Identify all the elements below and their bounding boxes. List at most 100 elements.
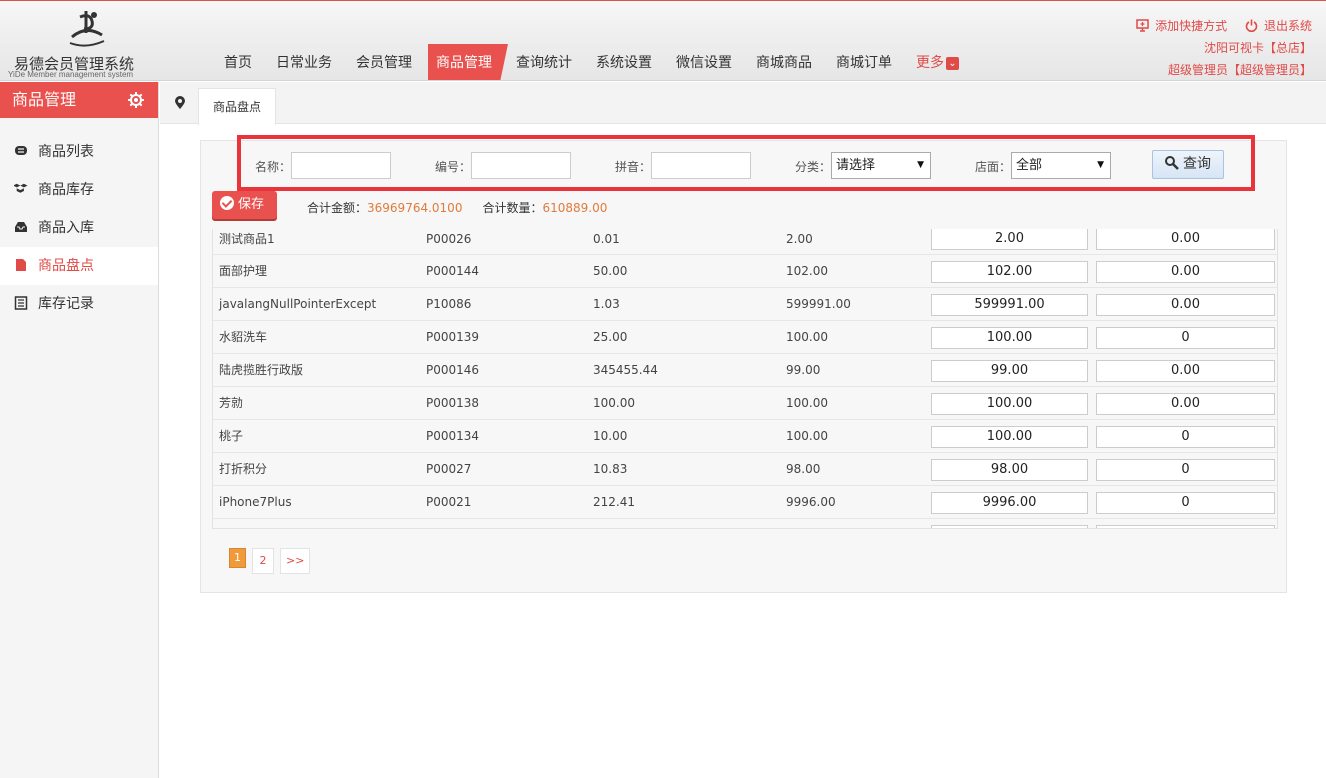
total-amount-value: 36969764.0100 [367, 201, 463, 215]
totals-summary: 合计金额：36969764.0100 合计数量：610889.00 [307, 199, 607, 216]
diff-qty-input[interactable]: 0.00 [1096, 229, 1275, 250]
nav-item-6[interactable]: 微信设置 [668, 44, 740, 80]
nav-item-0[interactable]: 首页 [216, 44, 260, 80]
sidebar-item-1[interactable]: 商品库存 [0, 171, 158, 209]
inventory-table: 测试商品1 P00026 0.01 2.00 2.00 0.00 面部护理 P000144 50… [212, 229, 1278, 529]
nav-label: 商品管理 [436, 55, 492, 71]
next-page-button[interactable]: >> [280, 548, 311, 574]
cell-code: P00021 [426, 495, 472, 509]
actual-qty-input[interactable]: 2.00 [931, 229, 1088, 250]
cell-name: 芳勍 [219, 396, 244, 410]
cell-price: 1.03 [593, 297, 620, 311]
logo-mark-icon [69, 11, 105, 47]
cell-name: 水貂洗车 [219, 330, 268, 344]
nav-label: 商城订单 [836, 55, 892, 71]
actual-qty-input[interactable]: 100.00 [931, 426, 1088, 448]
ledger-icon [14, 296, 28, 310]
actual-qty-input[interactable] [931, 525, 1088, 528]
cell-price: 100.00 [593, 396, 635, 410]
table-row: 桃子 P000134 10.00 100.00 100.00 0 [213, 420, 1277, 453]
cell-name: 桃子 [219, 429, 244, 443]
cell-price: 50.00 [593, 264, 628, 278]
sidebar-title: 商品管理 [12, 90, 77, 109]
cell-stock: 102.00 [786, 264, 828, 278]
user-role[interactable]: 超级管理员【超级管理员】 [1136, 59, 1312, 80]
sidebar-item-label: 库存记录 [38, 296, 94, 312]
nav-item-1[interactable]: 日常业务 [268, 44, 340, 80]
actual-qty-input[interactable]: 9996.00 [931, 492, 1088, 514]
actual-qty-input[interactable]: 599991.00 [931, 294, 1088, 316]
diff-qty-input[interactable]: 0 [1096, 327, 1275, 349]
nav-label: 会员管理 [356, 55, 412, 71]
sidebar-item-2[interactable]: 商品入库 [0, 209, 158, 247]
tab-bar: 商品盘点 [160, 82, 1326, 125]
cell-stock: 99.00 [786, 363, 821, 377]
cell-name: 陆虎揽胜行政版 [219, 363, 304, 377]
nav-label: 商城商品 [756, 55, 812, 71]
diff-qty-input[interactable]: 0 [1096, 492, 1275, 514]
store-name[interactable]: 沈阳可视卡【总店】 [1136, 37, 1312, 59]
diff-qty-input[interactable]: 0.00 [1096, 393, 1275, 415]
nav-item-7[interactable]: 商城商品 [748, 44, 820, 80]
sidebar-item-0[interactable]: 商品列表 [0, 133, 158, 171]
inbox-icon [15, 222, 27, 232]
power-icon [1245, 19, 1258, 32]
logout-label: 退出系统 [1263, 19, 1312, 33]
cell-name: 面部护理 [219, 264, 268, 278]
diff-qty-input[interactable]: 0.00 [1096, 294, 1275, 316]
app-subtitle: YiDe Member management system [8, 70, 134, 79]
diff-qty-input[interactable]: 0 [1096, 426, 1275, 448]
nav-item-2[interactable]: 会员管理 [348, 44, 420, 80]
table-row-partial [213, 519, 1277, 528]
table-row: javalangNullPointerExcept P10086 1.03 59999… [213, 288, 1277, 321]
sidebar-item-label: 商品入库 [38, 220, 94, 236]
nav-item-8[interactable]: 商城订单 [828, 44, 900, 80]
actual-qty-input[interactable]: 100.00 [931, 393, 1088, 415]
cell-name: 测试商品1 [219, 232, 275, 246]
cell-stock: 98.00 [786, 462, 821, 476]
cell-code: P000134 [426, 429, 480, 443]
nav-item-5[interactable]: 系统设置 [588, 44, 660, 80]
gear-icon[interactable] [128, 92, 144, 108]
cell-stock: 100.00 [786, 429, 828, 443]
search-highlight-frame [237, 135, 1255, 191]
cell-price: 212.41 [593, 495, 635, 509]
actual-qty-input[interactable]: 98.00 [931, 459, 1088, 481]
cell-stock: 9996.00 [786, 495, 836, 509]
sidebar-item-3[interactable]: 商品盘点 [0, 247, 158, 285]
nav-label: 系统设置 [596, 55, 652, 71]
add-shortcut-link[interactable]: 添加快捷方式 [1136, 19, 1231, 33]
diff-qty-input[interactable] [1096, 525, 1275, 528]
actual-qty-input[interactable]: 100.00 [931, 327, 1088, 349]
nav-item-3[interactable]: 商品管理 [428, 44, 508, 80]
cell-code: P10086 [426, 297, 472, 311]
nav-item-9[interactable]: 更多 ⌄ [908, 44, 967, 80]
cell-name: iPhone7Plus [219, 495, 292, 509]
cell-stock: 100.00 [786, 396, 828, 410]
cell-name: 打折积分 [219, 462, 268, 476]
total-qty-value: 610889.00 [542, 201, 608, 215]
logout-link[interactable]: 退出系统 [1245, 19, 1312, 33]
sidebar-item-4[interactable]: 库存记录 [0, 285, 158, 323]
save-button[interactable]: 保存 [212, 191, 277, 219]
cell-price: 0.01 [593, 232, 620, 246]
sidebar-menu: 商品列表 商品库存商品入库商品盘点库存记录 [0, 133, 158, 323]
nav-label: 首页 [224, 55, 252, 71]
main-nav: 首页 日常业务 会员管理 商品管理 查询统计 系统设置 微信设置 商城商品 商城订单 更多 ⌄ [216, 44, 975, 80]
diff-qty-input[interactable]: 0 [1096, 459, 1275, 481]
actual-qty-input[interactable]: 102.00 [931, 261, 1088, 283]
page-button-1[interactable]: 1 [229, 548, 246, 568]
cell-code: P000138 [426, 396, 480, 410]
actual-qty-input[interactable]: 99.00 [931, 360, 1088, 382]
sidebar-header: 商品管理 [0, 82, 158, 118]
nav-item-4[interactable]: 查询统计 [508, 44, 580, 80]
table-row: 面部护理 P000144 50.00 102.00 102.00 0.00 [213, 255, 1277, 288]
cell-code: P000146 [426, 363, 480, 377]
location-pin-icon [175, 96, 185, 109]
diff-qty-input[interactable]: 0.00 [1096, 360, 1275, 382]
tab-inventory-check[interactable]: 商品盘点 [198, 88, 277, 125]
cell-code: P000144 [426, 264, 480, 278]
page-button-2[interactable]: 2 [252, 548, 274, 574]
chevron-down-icon: ⌄ [946, 57, 959, 70]
diff-qty-input[interactable]: 0.00 [1096, 261, 1275, 283]
